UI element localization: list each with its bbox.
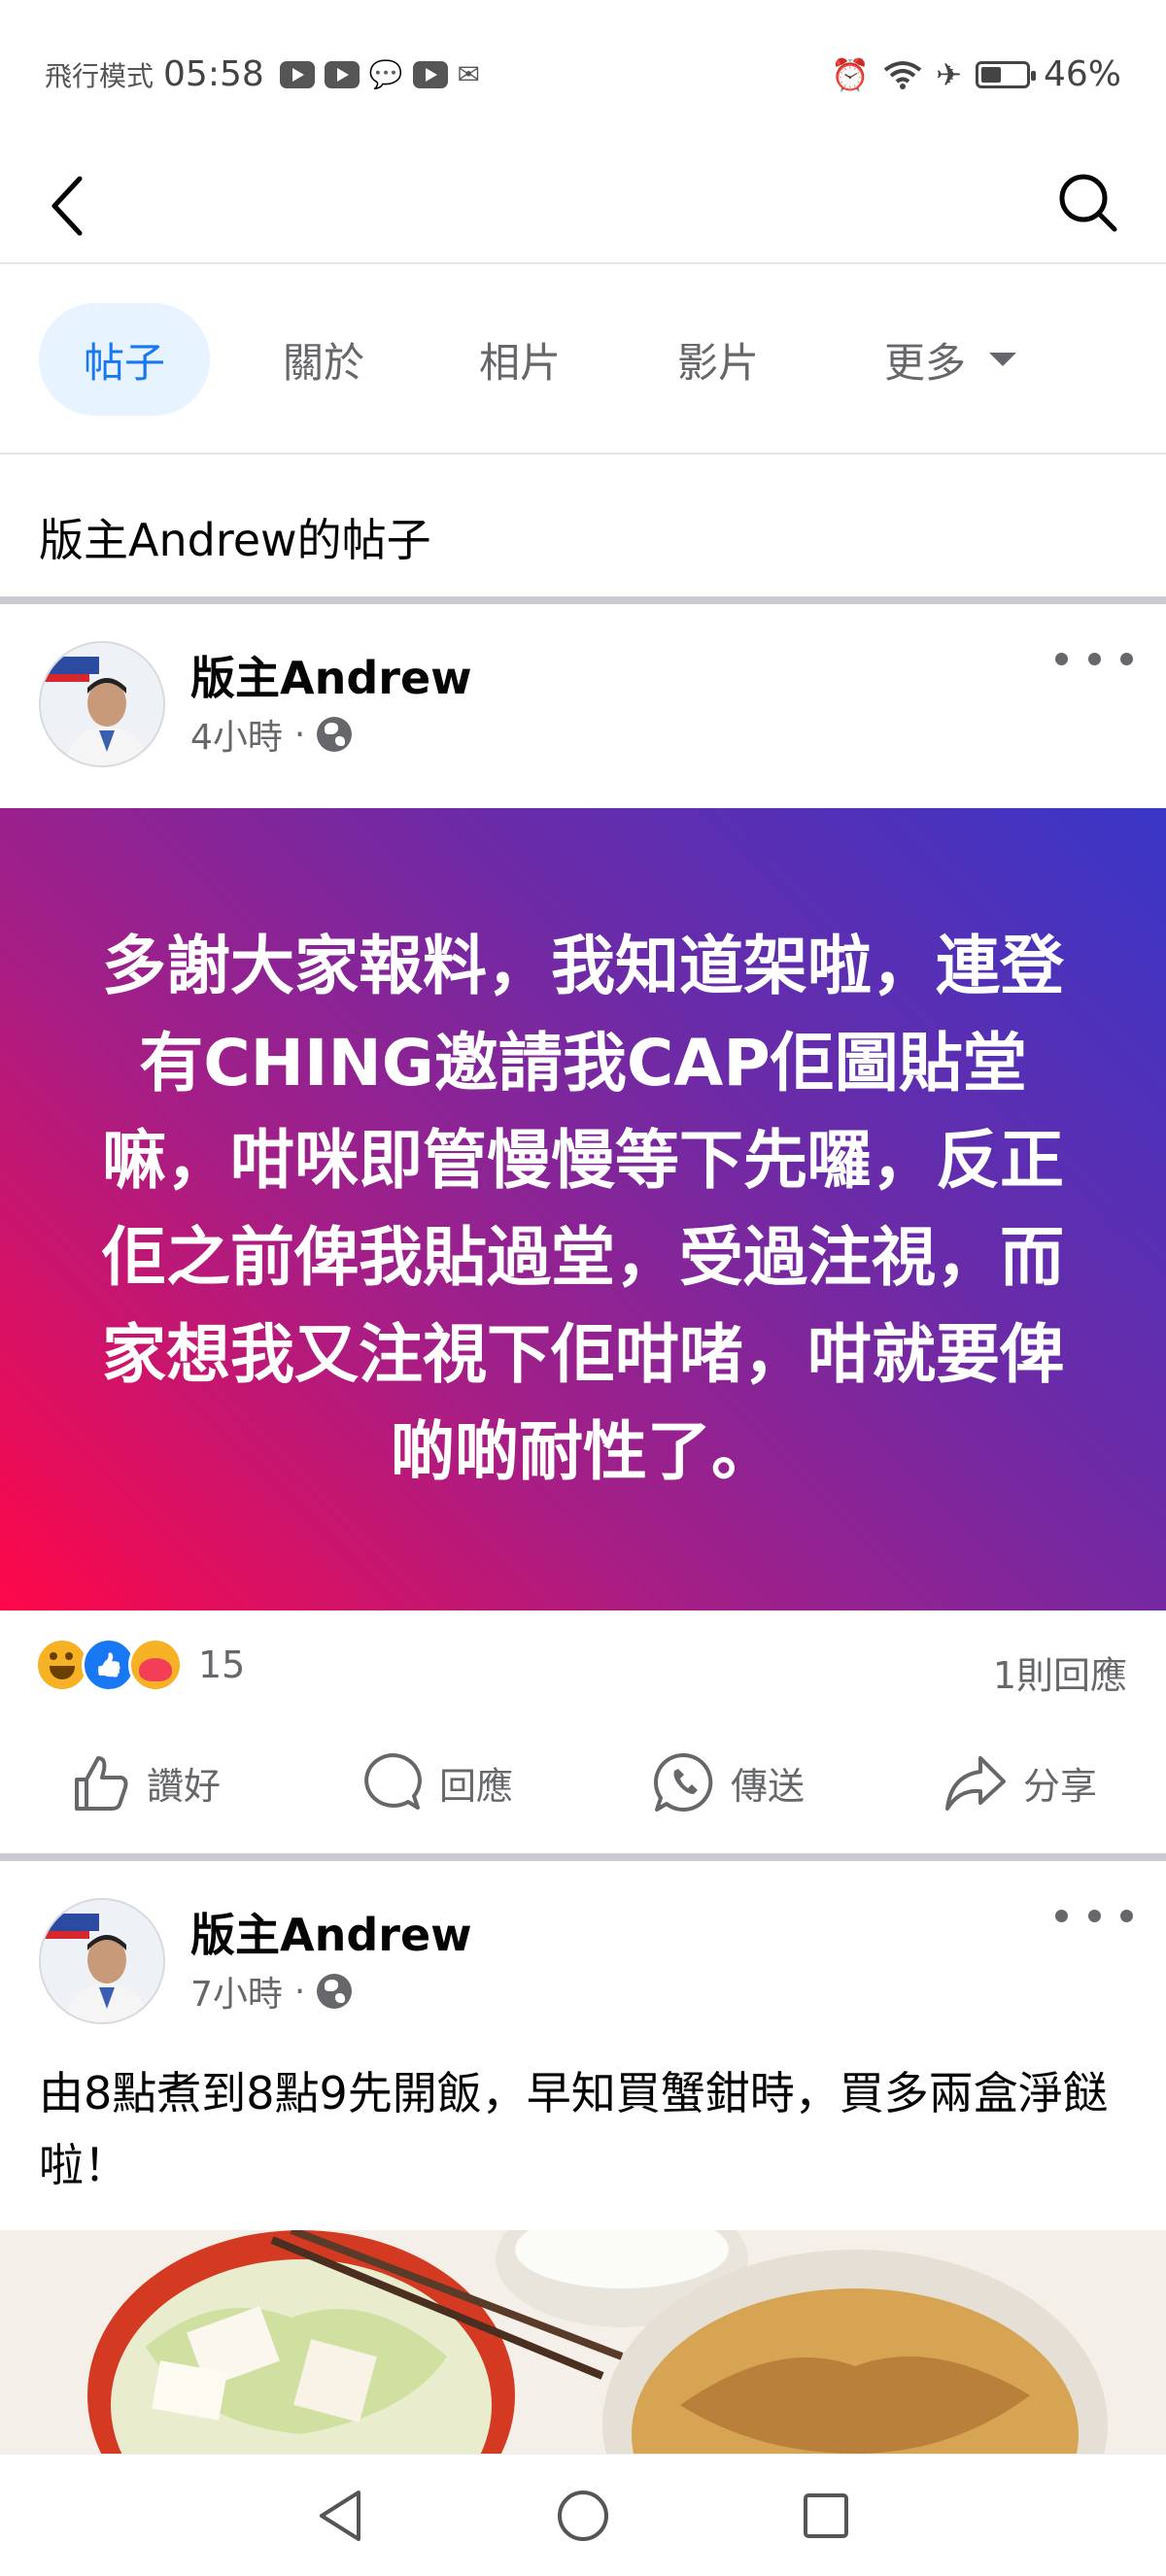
tab-label: 關於 — [282, 338, 364, 387]
post-text: 由8點煮到8點9先開飯，早知買蟹鉗時，買多兩盒淨餸啦！ — [39, 2067, 1108, 2191]
post-header: 版主Andrew 7小時 · — [0, 1861, 1166, 2026]
dot-icon — [1087, 1909, 1101, 1922]
tab-label: 帖子 — [83, 338, 165, 387]
reactions-row: 15 1則回應 — [0, 1612, 1166, 1717]
dot-icon — [1120, 1909, 1133, 1922]
airplane-icon: ✈ — [936, 55, 962, 93]
clock: 05:58 — [163, 54, 264, 94]
post-author[interactable]: 版主Andrew — [190, 1900, 472, 1964]
post-time[interactable]: 4小時 — [190, 709, 283, 760]
post-photo[interactable] — [0, 2230, 1166, 2454]
thumbs-up-icon — [74, 1756, 128, 1811]
share-label: 分享 — [1022, 1764, 1097, 1808]
nav-back-button[interactable] — [219, 2455, 462, 2576]
post-author[interactable]: 版主Andrew — [190, 643, 472, 707]
avatar[interactable] — [39, 641, 165, 767]
reaction-summary[interactable]: 15 — [35, 1638, 245, 1692]
profile-photo — [41, 1900, 163, 2022]
meta-separator: · — [293, 714, 306, 755]
food-image — [0, 2230, 1166, 2454]
more-options-button[interactable] — [1055, 639, 1133, 678]
post-text: 多謝大家報料，我知道架啦，連登有CHING邀請我CAP佢圖貼堂嘛，咁咪即管慢慢等… — [102, 929, 1064, 1489]
caret-down-icon — [989, 353, 1016, 366]
back-button[interactable] — [47, 167, 105, 245]
comment-icon — [364, 1753, 422, 1810]
wechat-icon: 💬 — [368, 58, 403, 90]
system-nav-bar — [0, 2454, 1166, 2576]
square-recents-icon — [804, 2492, 848, 2538]
youtube-icon — [324, 60, 360, 88]
meta-separator: · — [293, 1971, 306, 2012]
search-icon — [1059, 174, 1117, 232]
youtube-icon — [412, 60, 448, 88]
status-left: 飛行模式 05:58 💬 ✉ — [45, 54, 480, 94]
send-label: 傳送 — [730, 1764, 805, 1808]
post-header: 版主Andrew 4小時 · — [0, 604, 1166, 769]
care-reaction-icon — [128, 1638, 183, 1692]
comment-label: 回應 — [438, 1764, 513, 1808]
gmail-icon: ✉ — [457, 58, 481, 90]
dot-icon — [1055, 1909, 1068, 1922]
battery-icon — [975, 60, 1036, 88]
globe-icon — [317, 717, 353, 752]
like-button[interactable]: 讚好 — [0, 1729, 292, 1836]
comment-count[interactable]: 1則回應 — [993, 1645, 1127, 1699]
more-options-button[interactable] — [1055, 1896, 1133, 1935]
tab-label: 更多 — [883, 338, 966, 387]
section-title: 版主Andrew的帖子 — [39, 514, 431, 566]
post-meta: 4小時 · — [190, 709, 353, 760]
page-header — [0, 146, 1166, 264]
tab-photos[interactable]: 相片 — [439, 303, 600, 416]
share-button[interactable]: 分享 — [874, 1729, 1166, 1836]
divider — [0, 596, 1166, 604]
profile-photo — [41, 643, 163, 765]
status-bar: 飛行模式 05:58 💬 ✉ ⏰ ✈ 46% — [0, 0, 1166, 146]
youtube-icon — [279, 60, 315, 88]
share-icon — [944, 1756, 1006, 1811]
wifi-icon — [883, 60, 922, 89]
battery-percent: 46% — [1043, 54, 1121, 94]
tab-label: 相片 — [478, 338, 561, 387]
gradient-text-post[interactable]: 多謝大家報料，我知道架啦，連登有CHING邀請我CAP佢圖貼堂嘛，咁咪即管慢慢等… — [0, 808, 1166, 1610]
profile-tabs: 帖子 關於 相片 影片 更多 — [0, 264, 1166, 455]
whatsapp-icon — [653, 1752, 713, 1812]
chevron-left-icon — [51, 176, 83, 236]
tab-label: 影片 — [676, 338, 759, 387]
send-button[interactable]: 傳送 — [583, 1729, 874, 1836]
circle-home-icon — [558, 2490, 608, 2541]
divider — [0, 1853, 1166, 1861]
post-meta: 7小時 · — [190, 1966, 353, 2017]
tab-about[interactable]: 關於 — [243, 303, 404, 416]
nav-recents-button[interactable] — [704, 2455, 947, 2576]
post-time[interactable]: 7小時 — [190, 1966, 283, 2017]
dot-icon — [1087, 652, 1101, 665]
alarm-icon: ⏰ — [831, 55, 871, 93]
tab-videos[interactable]: 影片 — [637, 303, 799, 416]
airplane-mode-label: 飛行模式 — [45, 59, 154, 92]
avatar[interactable] — [39, 1898, 165, 2024]
like-label: 讚好 — [146, 1764, 221, 1808]
search-button[interactable] — [1053, 163, 1121, 241]
reaction-count: 15 — [198, 1644, 246, 1686]
status-right: ⏰ ✈ 46% — [831, 54, 1121, 94]
comment-button[interactable]: 回應 — [292, 1729, 583, 1836]
post-action-bar: 讚好 回應 傳送 分享 — [0, 1729, 1166, 1836]
dot-icon — [1055, 652, 1068, 665]
triangle-back-icon — [320, 2490, 360, 2541]
tab-more[interactable]: 更多 — [843, 303, 1057, 416]
globe-icon — [317, 1974, 353, 2009]
nav-home-button[interactable] — [462, 2455, 704, 2576]
tab-posts[interactable]: 帖子 — [39, 303, 210, 416]
dot-icon — [1120, 652, 1133, 665]
